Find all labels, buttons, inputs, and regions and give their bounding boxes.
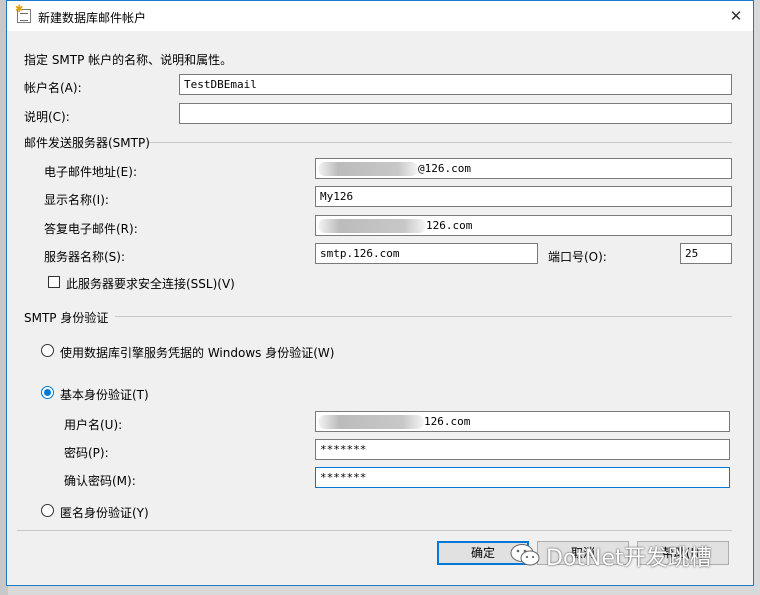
- redacted-blur: [318, 219, 426, 233]
- basic-auth-radio[interactable]: [41, 386, 54, 399]
- reply-email-value: 126.com: [426, 219, 473, 232]
- bottom-divider: [17, 530, 732, 531]
- port-value: 25: [685, 247, 699, 260]
- wechat-icon: [510, 544, 540, 566]
- watermark-text: DotNet开发跳槽: [546, 546, 712, 571]
- email-address-input[interactable]: @126.com: [315, 158, 732, 179]
- basic-auth-label[interactable]: 基本身份验证(T): [60, 386, 149, 403]
- window-title: 新建数据库邮件帐户: [38, 11, 147, 25]
- redacted-blur: [318, 415, 424, 429]
- server-name-value: smtp.126.com: [320, 247, 400, 260]
- email-address-label: 电子邮件地址(E):: [44, 165, 137, 179]
- windows-auth-label[interactable]: 使用数据库引擎服务凭据的 Windows 身份验证(W): [60, 344, 334, 361]
- account-name-value: TestDBEmail: [184, 78, 257, 91]
- reply-email-input[interactable]: 126.com: [315, 215, 732, 236]
- display-name-label: 显示名称(I):: [44, 193, 109, 207]
- confirm-password-label: 确认密码(M):: [64, 474, 136, 488]
- confirm-password-input[interactable]: *******: [315, 467, 730, 488]
- username-label: 用户名(U):: [64, 418, 123, 432]
- dialog-icon: ✱: [15, 5, 31, 23]
- account-name-input[interactable]: TestDBEmail: [179, 74, 732, 95]
- anonymous-auth-label[interactable]: 匿名身份验证(Y): [60, 504, 149, 521]
- port-label: 端口号(O):: [548, 250, 607, 264]
- auth-section-label: SMTP 身份验证: [24, 311, 109, 325]
- smtp-section-label: 邮件发送服务器(SMTP): [24, 136, 150, 150]
- display-name-value: My126: [320, 190, 354, 203]
- windows-auth-radio[interactable]: [41, 344, 54, 357]
- close-icon: ✕: [729, 7, 743, 25]
- description-input[interactable]: [179, 103, 732, 124]
- password-value: *******: [320, 443, 367, 456]
- smtp-section-divider: [149, 142, 732, 143]
- redacted-blur: [318, 162, 418, 176]
- ssl-label[interactable]: 此服务器要求安全连接(SSL)(V): [66, 275, 235, 292]
- email-address-value: @126.com: [418, 162, 471, 175]
- password-input[interactable]: *******: [315, 439, 730, 460]
- close-button[interactable]: ✕: [723, 3, 749, 29]
- intro-text: 指定 SMTP 帐户的名称、说明和属性。: [24, 53, 233, 67]
- description-label: 说明(C):: [24, 110, 70, 124]
- new-db-mail-account-dialog: ✱ 新建数据库邮件帐户 ✕ 指定 SMTP 帐户的名称、说明和属性。 帐户名(A…: [6, 0, 754, 586]
- account-name-label: 帐户名(A):: [24, 81, 82, 95]
- username-input[interactable]: 126.com: [315, 411, 730, 432]
- password-label: 密码(P):: [64, 446, 109, 460]
- reply-email-label: 答复电子邮件(R):: [44, 222, 138, 236]
- server-name-input[interactable]: smtp.126.com: [315, 243, 538, 264]
- display-name-input[interactable]: My126: [315, 186, 732, 207]
- anonymous-auth-radio[interactable]: [41, 504, 54, 517]
- confirm-password-value: *******: [320, 471, 367, 484]
- auth-section-divider: [115, 316, 732, 317]
- ssl-checkbox[interactable]: [48, 276, 60, 288]
- server-name-label: 服务器名称(S):: [44, 250, 126, 264]
- username-value: 126.com: [424, 415, 471, 428]
- port-input[interactable]: 25: [680, 243, 732, 264]
- title-bar[interactable]: ✱ 新建数据库邮件帐户 ✕: [7, 1, 753, 31]
